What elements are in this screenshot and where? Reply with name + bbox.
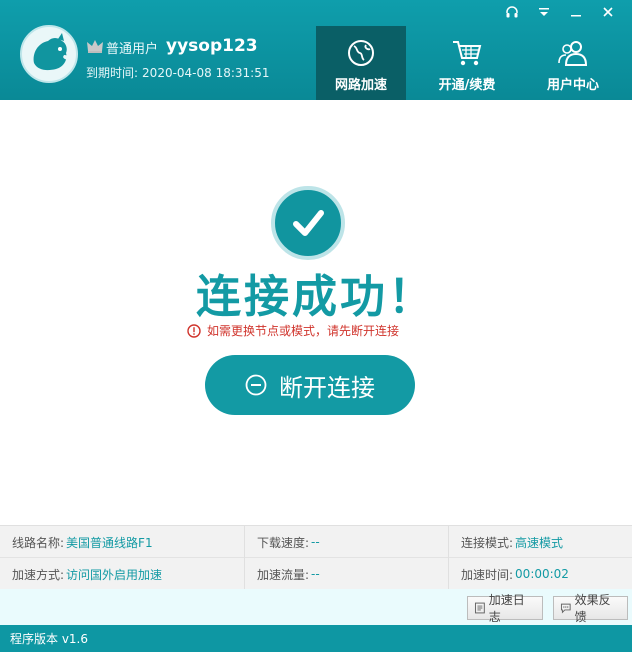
accel-traffic-value: -- [311, 567, 320, 581]
connect-mode-value: 高速模式 [515, 535, 564, 550]
accel-method-value: 访问国外启用加速 [66, 567, 163, 582]
connect-mode-cell: 连接模式: 高速模式 [448, 526, 632, 558]
accel-time-value: 00:00:02 [515, 567, 569, 581]
connect-mode-label: 连接模式: [461, 535, 514, 550]
main-nav: 网路加速 开通/续费 用户中心 [316, 26, 618, 100]
accel-log-label: 加速日志 [488, 593, 525, 624]
crown-icon [87, 40, 103, 53]
accel-time-label: 加速时间: [461, 567, 514, 582]
accel-traffic-cell: 加速流量: -- [244, 558, 448, 590]
action-bar: 加速日志 效果反馈 [0, 589, 632, 625]
bear-logo-icon [33, 33, 69, 71]
accel-log-button[interactable]: 加速日志 [467, 593, 543, 624]
username: yysop123 [166, 36, 258, 56]
info-row: 线路名称: 美国普通线路F1 下载速度: -- 连接模式: 高速模式 [0, 526, 632, 558]
status-footer: 程序版本 v1.6 [0, 625, 632, 652]
accel-time-cell: 加速时间: 00:00:02 [448, 558, 632, 590]
nav-label: 开通/续费 [438, 78, 496, 93]
main-panel: 连接成功！ 如需更换节点或模式，请先断开连接 断开连接 [0, 100, 632, 525]
download-speed-value: -- [311, 535, 320, 549]
headset-icon[interactable] [496, 2, 528, 22]
nav-label: 网路加速 [334, 78, 387, 93]
nav-subscribe[interactable]: 开通/续费 [422, 26, 512, 100]
accel-method-label: 加速方式: [12, 567, 65, 582]
accel-method-cell: 加速方式: 访问国外启用加速 [0, 558, 244, 590]
chat-icon [560, 603, 571, 614]
success-check-icon [271, 186, 345, 260]
accel-traffic-label: 加速流量: [257, 567, 310, 582]
hint-text: 如需更换节点或模式，请先断开连接 [207, 324, 400, 338]
minus-circle-icon [245, 374, 267, 396]
program-version: 程序版本 v1.6 [10, 632, 89, 646]
header-bar: 普通用户 yysop123 到期时间: 2020-04-08 18:31:51 网… [0, 0, 632, 100]
connection-info-panel: 线路名称: 美国普通线路F1 下载速度: -- 连接模式: 高速模式 加速方式: 访问国… [0, 525, 632, 590]
info-row: 加速方式: 访问国外启用加速 加速流量: -- 加速时间: 00:00:02 [0, 558, 632, 590]
line-name-label: 线路名称: [12, 535, 65, 550]
nav-label: 用户中心 [546, 78, 599, 93]
menu-icon[interactable] [528, 2, 560, 22]
minimize-icon[interactable] [560, 2, 592, 22]
switch-node-hint: 如需更换节点或模式，请先断开连接 [187, 322, 399, 339]
log-icon [474, 602, 485, 614]
avatar[interactable] [20, 25, 78, 83]
nav-user-center[interactable]: 用户中心 [528, 26, 618, 100]
globe-icon [348, 40, 374, 66]
close-icon[interactable] [592, 2, 624, 22]
window-controls [496, 2, 624, 22]
nav-network-accel[interactable]: 网路加速 [316, 26, 406, 100]
warning-icon [187, 323, 201, 338]
download-speed-label: 下载速度: [257, 535, 310, 550]
line-name-value: 美国普通线路F1 [66, 535, 153, 550]
connection-status-title: 连接成功！ [195, 270, 436, 323]
feedback-button[interactable]: 效果反馈 [553, 593, 628, 624]
download-speed-cell: 下载速度: -- [244, 526, 448, 558]
line-name-cell: 线路名称: 美国普通线路F1 [0, 526, 244, 558]
expire-label: 到期时间: [86, 66, 139, 80]
disconnect-button[interactable]: 断开连接 [205, 355, 415, 415]
expire-info: 到期时间: 2020-04-08 18:31:51 [86, 64, 270, 81]
expire-value: 2020-04-08 18:31:51 [142, 66, 270, 80]
disconnect-label: 断开连接 [279, 373, 375, 402]
feedback-label: 效果反馈 [574, 593, 611, 624]
cart-icon [453, 41, 482, 66]
user-level: 普通用户 [106, 42, 159, 57]
users-icon [558, 41, 588, 66]
